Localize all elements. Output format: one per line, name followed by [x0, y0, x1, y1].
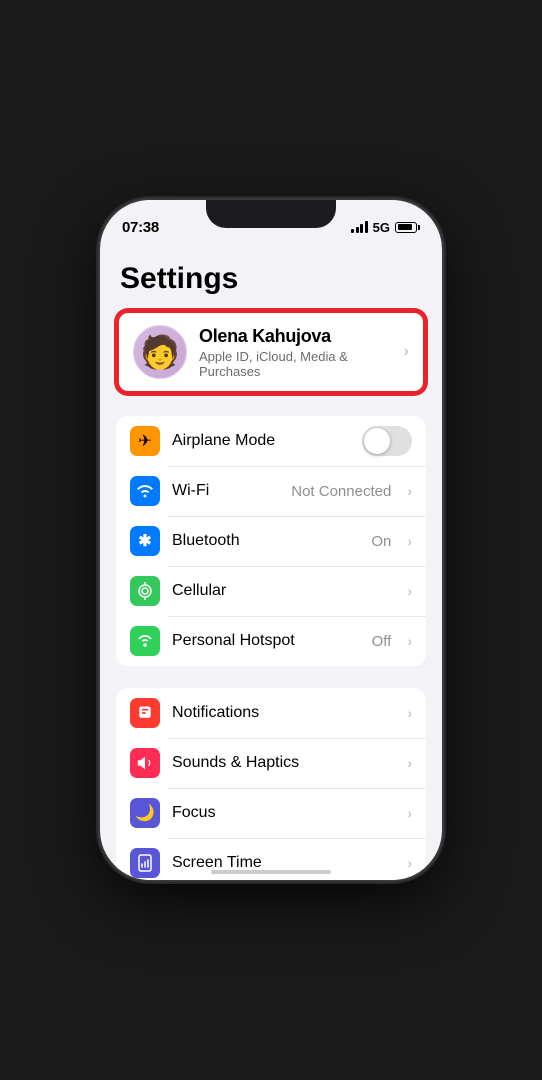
profile-row[interactable]: 🧑 Olena Kahujova Apple ID, iCloud, Media… [119, 313, 423, 391]
bluetooth-icon: ✱ [130, 526, 160, 556]
screen-time-chevron-icon: › [407, 855, 412, 871]
network-type: 5G [373, 220, 390, 235]
airplane-mode-row[interactable]: ✈ Airplane Mode [116, 416, 426, 466]
hotspot-icon [130, 626, 160, 656]
profile-subtitle: Apple ID, iCloud, Media & Purchases [199, 349, 392, 379]
screen-time-icon [130, 848, 160, 878]
airplane-mode-label: Airplane Mode [172, 432, 350, 450]
notifications-row[interactable]: Notifications › [116, 688, 426, 738]
focus-row[interactable]: 🌙 Focus › [116, 788, 426, 838]
avatar: 🧑 [133, 325, 187, 379]
airplane-mode-icon: ✈ [130, 426, 160, 456]
sounds-icon [130, 748, 160, 778]
notifications-label: Notifications [172, 704, 395, 722]
profile-name: Olena Kahujova [199, 326, 392, 347]
focus-chevron-icon: › [407, 805, 412, 821]
sounds-label: Sounds & Haptics [172, 754, 395, 772]
wifi-value: Not Connected [291, 483, 391, 500]
status-time: 07:38 [122, 219, 159, 236]
battery-icon [395, 222, 420, 233]
bluetooth-row[interactable]: ✱ Bluetooth On › [116, 516, 426, 566]
notifications-chevron-icon: › [407, 705, 412, 721]
sounds-chevron-icon: › [407, 755, 412, 771]
page-title: Settings [100, 252, 442, 310]
notch [206, 200, 336, 228]
cellular-label: Cellular [172, 582, 395, 600]
notifications-icon [130, 698, 160, 728]
focus-label: Focus [172, 804, 395, 822]
toggle-knob [364, 428, 390, 454]
profile-section[interactable]: 🧑 Olena Kahujova Apple ID, iCloud, Media… [116, 310, 426, 394]
cellular-row[interactable]: Cellular › [116, 566, 426, 616]
wifi-row[interactable]: Wi-Fi Not Connected › [116, 466, 426, 516]
bluetooth-chevron-icon: › [407, 533, 412, 549]
home-indicator [211, 870, 331, 874]
sounds-row[interactable]: Sounds & Haptics › [116, 738, 426, 788]
status-icons: 5G [351, 220, 420, 235]
focus-icon: 🌙 [130, 798, 160, 828]
wifi-label: Wi-Fi [172, 482, 279, 500]
profile-chevron-icon: › [404, 343, 409, 361]
wifi-chevron-icon: › [407, 483, 412, 499]
hotspot-chevron-icon: › [407, 633, 412, 649]
connectivity-group: ✈ Airplane Mode Wi-Fi Not Connected [116, 416, 426, 666]
hotspot-value: Off [372, 633, 392, 650]
hotspot-row[interactable]: Personal Hotspot Off › [116, 616, 426, 666]
bluetooth-label: Bluetooth [172, 532, 359, 550]
cellular-chevron-icon: › [407, 583, 412, 599]
cellular-icon [130, 576, 160, 606]
airplane-mode-toggle[interactable] [362, 426, 412, 456]
screen: 07:38 5G Settings [100, 200, 442, 880]
profile-text: Olena Kahujova Apple ID, iCloud, Media &… [199, 326, 392, 379]
wifi-icon [130, 476, 160, 506]
bluetooth-value: On [371, 533, 391, 550]
phone-frame: 07:38 5G Settings [100, 200, 442, 880]
signal-bars-icon [351, 221, 368, 233]
notifications-group: Notifications › Sounds & Haptics › [116, 688, 426, 880]
content-area[interactable]: Settings 🧑 Olena Kahujova Apple ID, iClo… [100, 244, 442, 880]
hotspot-label: Personal Hotspot [172, 632, 360, 650]
